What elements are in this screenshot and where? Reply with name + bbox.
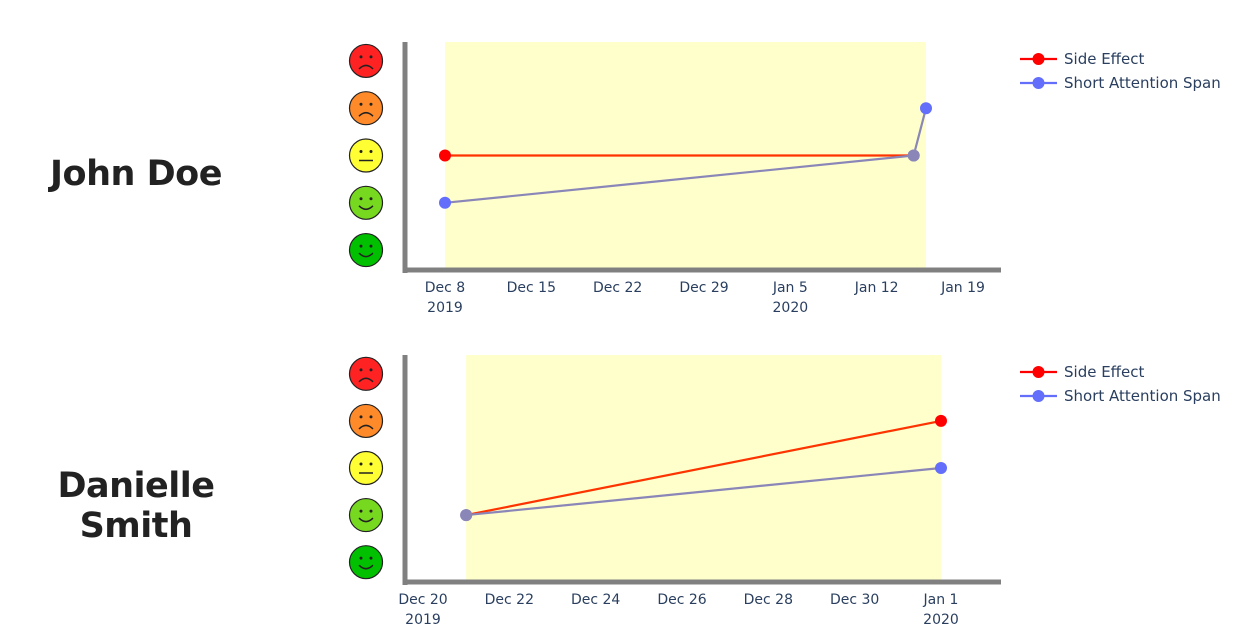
face-eye [359, 462, 363, 466]
face-circle [348, 545, 384, 580]
x-tick-label: Jan 19 [940, 280, 985, 296]
legend-label[interactable]: Side Effect [1064, 363, 1144, 381]
yellow-neutral-icon [348, 138, 384, 173]
x-tick-label: Dec 24 [571, 592, 620, 608]
face-circle [348, 232, 384, 268]
face-circle [348, 91, 384, 126]
yellow-neutral-icon [348, 450, 384, 486]
legend-swatch-marker[interactable] [1032, 77, 1045, 89]
x-tick-label: Dec 22 [485, 592, 534, 608]
x-tick-label: Dec 29 [679, 280, 728, 296]
face-circle [348, 403, 384, 439]
x-tick-year-label: 2020 [923, 612, 959, 628]
face-eye [359, 150, 363, 153]
face-eye [369, 55, 373, 59]
charts-canvas: Dec 8 2019 Dec 15 Dec 22 Dec 29 Jan 5 2020 Jan … [348, 42, 1221, 628]
chart-0: Dec 8 2019 Dec 15 Dec 22 Dec 29 Jan 5 2020 Jan … [348, 42, 1221, 316]
lightgreen-smile-icon [348, 497, 384, 533]
x-tick-label: Dec 8 [425, 280, 465, 296]
x-tick-label: Jan 1 [923, 592, 959, 608]
face-circle [348, 43, 384, 79]
orange-frown-icon [348, 91, 384, 126]
lightgreen-smile-icon [348, 185, 384, 220]
data-point-short-attention-span[interactable] [907, 149, 920, 162]
legend-label[interactable]: Short Attention Span [1064, 387, 1221, 405]
face-eye [359, 197, 363, 201]
data-point-short-attention-span[interactable] [920, 102, 932, 115]
face-circle [348, 450, 384, 486]
data-point-short-attention-span[interactable] [460, 509, 473, 522]
data-point-side-effect[interactable] [935, 414, 947, 427]
data-point-short-attention-span[interactable] [935, 462, 947, 474]
green-smile-icon [348, 545, 384, 580]
red-frown-icon [348, 43, 384, 79]
face-circle [348, 497, 384, 533]
data-point-side-effect[interactable] [439, 149, 451, 162]
legend-label[interactable]: Side Effect [1064, 50, 1144, 68]
face-eye [369, 368, 373, 372]
x-tick-label: Dec 20 [398, 592, 447, 608]
face-eye [369, 509, 373, 513]
face-circle [348, 185, 384, 220]
green-smile-icon [348, 232, 384, 268]
face-eye [359, 556, 363, 560]
face-eye [369, 150, 373, 153]
orange-frown-icon [348, 403, 384, 439]
data-point-short-attention-span[interactable] [439, 196, 451, 209]
x-tick-year-label: 2019 [405, 612, 441, 628]
face-eye [359, 55, 363, 59]
chart-1: Dec 20 2019 Dec 22 Dec 24 Dec 26 Dec 28 Dec 30… [348, 355, 1221, 628]
face-eye [359, 415, 363, 419]
legend-swatch-marker[interactable] [1032, 53, 1045, 65]
x-tick-label: Dec 15 [507, 280, 556, 296]
face-circle [348, 138, 384, 173]
face-eye [369, 415, 373, 419]
face-eye [359, 368, 363, 372]
legend-swatch-marker[interactable] [1032, 390, 1045, 402]
x-tick-label: Jan 12 [854, 280, 899, 296]
x-tick-label: Dec 30 [830, 592, 879, 608]
face-eye [359, 102, 363, 106]
x-tick-label: Dec 28 [744, 592, 793, 608]
legend-label[interactable]: Short Attention Span [1064, 74, 1221, 92]
x-tick-label: Dec 26 [657, 592, 706, 608]
x-tick-year-label: 2019 [427, 300, 463, 316]
face-eye [369, 556, 373, 560]
legend-swatch-marker[interactable] [1032, 366, 1045, 378]
x-tick-label: Jan 5 [772, 280, 808, 296]
face-eye [369, 197, 373, 201]
red-frown-icon [348, 356, 384, 391]
face-eye [359, 509, 363, 513]
face-eye [369, 102, 373, 106]
face-eye [369, 244, 373, 248]
face-circle [348, 356, 384, 391]
x-tick-label: Dec 22 [593, 280, 642, 296]
x-tick-year-label: 2020 [773, 300, 809, 316]
face-eye [359, 244, 363, 248]
face-eye [369, 462, 373, 466]
